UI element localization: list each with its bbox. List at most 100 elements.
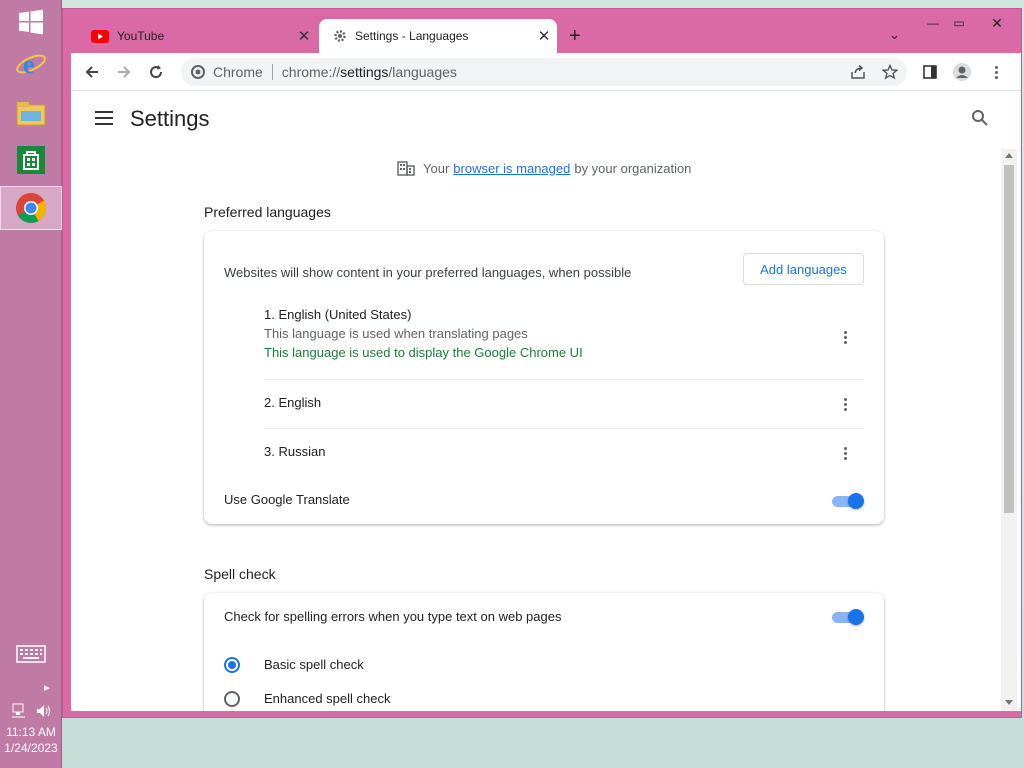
reload-button[interactable] [143,59,169,85]
store-icon [17,146,45,174]
browser-managed-link[interactable]: browser is managed [453,161,570,176]
arrow-left-icon [85,66,98,78]
reload-icon [150,65,163,79]
network-tray-button[interactable] [10,702,30,720]
maximize-button[interactable]: ▭ [947,13,971,33]
share-button[interactable] [845,59,871,85]
managed-notice: Your browser is managed by your organiza… [397,160,691,176]
preferred-languages-heading: Preferred languages [204,204,331,220]
site-chip: Chrome [213,64,263,80]
speaker-icon [37,705,50,717]
close-icon: ✕ [991,14,1003,31]
address-bar[interactable]: Chrome chrome://settings/languages [181,58,907,86]
chevron-right-icon: ▸ [44,681,50,694]
spell-check-heading: Spell check [204,566,276,582]
chrome-menu-button[interactable] [983,59,1009,85]
preferred-languages-card: Websites will show content in your prefe… [204,231,884,524]
back-button[interactable] [79,59,105,85]
language-row: 1. English (United States) This language… [264,307,864,380]
internet-explorer-icon: e [16,50,46,79]
tab-title: Settings - Languages [355,29,469,43]
maximize-icon: ▭ [953,16,965,30]
close-window-button[interactable]: ✕ [977,13,1017,33]
language-more-actions-button[interactable] [835,443,855,463]
volume-tray-button[interactable] [34,702,54,720]
close-tab-icon[interactable]: ✕ [531,27,557,45]
language-row: 2. English [264,395,864,429]
enhanced-spell-check-radio[interactable] [224,691,240,707]
language-note-ui: This language is used to display the Goo… [264,345,583,360]
bookmark-button[interactable] [877,59,903,85]
arrow-right-icon [118,66,131,78]
toggle-knob [848,609,864,625]
side-panel-icon [923,65,937,79]
spell-check-toggle-label: Check for spelling errors when you type … [224,609,562,624]
avatar-icon [953,63,971,81]
taskbar-ie-button[interactable]: e [0,42,62,86]
scrollbar-thumb[interactable] [1004,165,1014,513]
taskbar-chrome-button[interactable] [0,186,62,230]
gear-icon [334,30,346,42]
language-row: 3. Russian [264,444,864,464]
language-more-actions-button[interactable] [835,327,855,347]
add-languages-button[interactable]: Add languages [743,253,864,285]
minimize-icon: — [927,16,939,30]
scroll-up-arrow-icon[interactable] [1005,153,1013,158]
page-scrollbar[interactable] [1001,149,1017,711]
close-tab-icon[interactable]: ✕ [291,27,317,45]
search-settings-button[interactable] [971,109,989,132]
search-icon [972,110,988,126]
toggle-knob [848,493,864,509]
network-icon [12,703,25,718]
chrome-page-icon [191,65,205,79]
spell-check-card: Check for spelling errors when you type … [204,593,884,711]
profile-button[interactable] [949,59,975,85]
basic-spell-check-label[interactable]: Basic spell check [264,657,364,672]
url-text: chrome://settings/languages [282,64,457,80]
use-google-translate-label: Use Google Translate [224,492,350,507]
tab-search-button[interactable]: ⌄ [889,27,900,43]
tab-strip: YouTube ✕ Settings - Languages ✕ + ⌄ — ▭… [63,9,1021,53]
basic-spell-check-radio[interactable] [224,657,240,673]
svg-text:e: e [23,50,35,79]
windows-logo-icon [19,9,43,35]
chrome-window: YouTube ✕ Settings - Languages ✕ + ⌄ — ▭… [62,8,1022,718]
taskbar: e ▸ 11:13 AM 1/24/2023 [0,0,62,768]
tab-youtube[interactable]: YouTube ✕ [77,19,317,53]
tab-settings-languages[interactable]: Settings - Languages ✕ [319,19,557,53]
taskbar-store-button[interactable] [0,138,62,182]
settings-page: Settings Your browser is managed by your… [71,91,1021,711]
scroll-down-arrow-icon[interactable] [1005,700,1013,705]
show-hidden-icons-button[interactable]: ▸ [40,680,54,694]
new-tab-button[interactable]: + [569,25,581,48]
language-more-actions-button[interactable] [835,394,855,414]
taskbar-clock[interactable]: 11:13 AM 1/24/2023 [0,724,62,756]
page-title: Settings [130,106,210,131]
start-button[interactable] [0,0,62,44]
touch-keyboard-button[interactable] [15,644,47,664]
preferred-languages-description: Websites will show content in your prefe… [224,265,632,280]
language-name: 2. English [264,395,322,410]
url-scheme: chrome:// [281,64,341,80]
language-note-translate: This language is used when translating p… [264,326,528,341]
browser-toolbar: Chrome chrome://settings/languages [71,53,1021,91]
spell-check-toggle[interactable] [832,609,864,625]
taskbar-file-explorer-button[interactable] [0,92,62,136]
youtube-icon [91,29,109,43]
google-translate-toggle[interactable] [832,493,864,509]
side-panel-button[interactable] [917,59,943,85]
file-explorer-icon [16,102,46,126]
language-name: 1. English (United States) [264,307,412,322]
enhanced-spell-check-label[interactable]: Enhanced spell check [264,691,390,706]
managed-prefix: Your [423,160,450,176]
managed-suffix: by your organization [574,160,692,176]
minimize-button[interactable]: — [921,13,945,33]
clock-time: 11:13 AM [6,725,56,739]
plus-icon: + [569,25,581,47]
language-name: 3. Russian [264,444,326,459]
forward-button[interactable] [111,59,137,85]
chevron-down-icon: ⌄ [889,27,900,42]
menu-icon[interactable] [95,111,113,125]
share-icon [851,64,865,79]
omnibox-separator [271,64,273,80]
